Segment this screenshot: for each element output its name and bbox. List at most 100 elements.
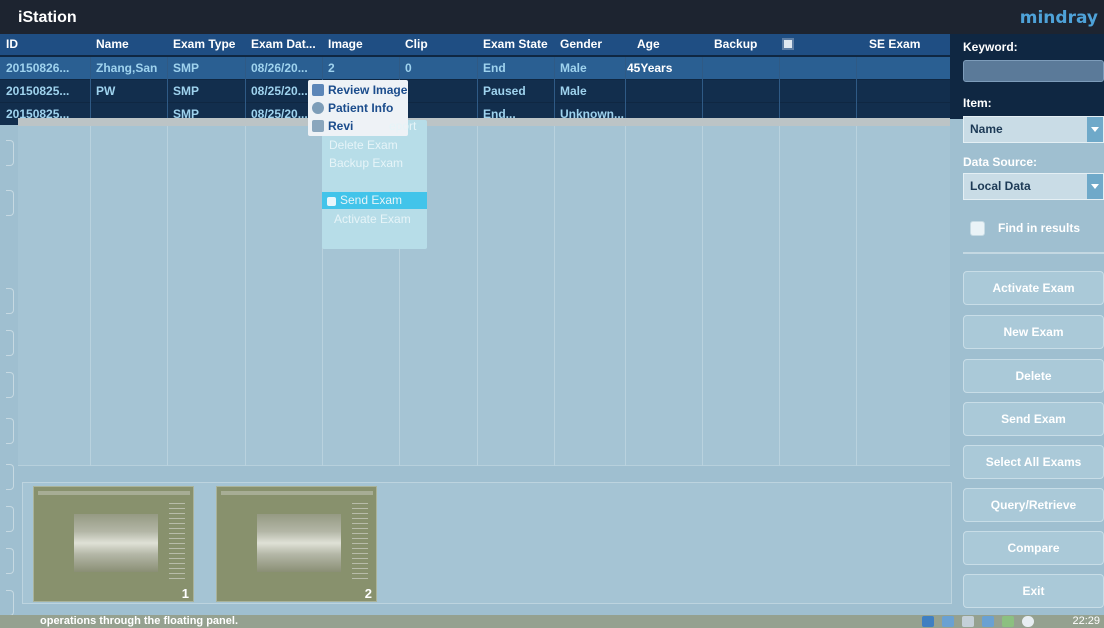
column-divider (625, 57, 626, 125)
side-tab[interactable] (6, 140, 14, 166)
table-row[interactable]: 20150825... PW SMP 08/25/20... Paused Ma… (0, 80, 950, 102)
keyword-input[interactable] (963, 60, 1104, 82)
cell-age: 45Years (627, 61, 673, 75)
printer-icon (962, 616, 974, 627)
exam-list-body (18, 118, 950, 466)
send-exam-button[interactable]: Send Exam (963, 402, 1104, 436)
column-divider (90, 126, 91, 466)
exam-table: ID Name Exam Type Exam Dat... Image Clip… (0, 34, 950, 125)
side-tab[interactable] (6, 548, 14, 574)
column-divider (477, 57, 478, 125)
menu-item-activate-exam[interactable]: Activate Exam (334, 210, 411, 228)
column-header-name[interactable]: Name (96, 34, 166, 55)
thumbnail-sidebar (169, 499, 185, 579)
item-select[interactable]: Name (963, 116, 1104, 143)
column-divider (856, 126, 857, 466)
cell-exam-type: SMP (173, 84, 200, 98)
thumbnail-header (38, 491, 190, 495)
column-divider (167, 57, 168, 125)
column-divider (90, 57, 91, 125)
column-header-exam-state[interactable]: Exam State (483, 34, 555, 55)
cell-exam-type: SMP (173, 61, 200, 75)
side-tab[interactable] (6, 506, 14, 532)
save-icon (782, 38, 794, 50)
column-header-gender[interactable]: Gender (560, 34, 632, 55)
cell-id: 20150825... (6, 84, 70, 98)
side-tab[interactable] (6, 190, 14, 216)
new-exam-button[interactable]: New Exam (963, 315, 1104, 349)
ultrasound-image (257, 514, 341, 572)
column-header-exam-date[interactable]: Exam Dat... (251, 34, 323, 55)
data-source-select[interactable]: Local Data (963, 173, 1104, 200)
column-header-id[interactable]: ID (6, 34, 76, 55)
review-report-icon (312, 120, 324, 132)
cell-gender: Male (560, 61, 587, 75)
thumbnail-number: 1 (181, 586, 189, 601)
review-image-icon (312, 84, 324, 96)
delete-button[interactable]: Delete (963, 359, 1104, 393)
side-tab[interactable] (6, 590, 14, 616)
column-divider (856, 57, 857, 125)
data-source-label: Data Source: (963, 155, 1038, 169)
side-tab[interactable] (6, 464, 14, 490)
column-header-storage[interactable] (782, 34, 796, 55)
cell-exam-state: End (483, 61, 506, 75)
search-panel: Keyword: Item: Name Data Source: Local D… (950, 34, 1104, 628)
chevron-down-icon (1087, 174, 1103, 199)
find-in-results-label: Find in results (998, 221, 1081, 235)
network-icon (942, 616, 954, 627)
exit-button[interactable]: Exit (963, 574, 1104, 608)
thumbnail-strip: 1 2 (22, 482, 952, 604)
compare-button[interactable]: Compare (963, 531, 1104, 565)
battery-icon (1002, 616, 1014, 627)
app-title: iStation (18, 9, 77, 26)
column-header-backup[interactable]: Backup (714, 34, 786, 55)
cell-id: 20150826... (6, 61, 70, 75)
column-divider (554, 57, 555, 125)
menu-item-delete-exam[interactable]: Delete Exam (329, 136, 398, 154)
side-tab[interactable] (6, 288, 14, 314)
side-tab[interactable] (6, 418, 14, 444)
column-divider (477, 126, 478, 466)
title-bar: iStation mindray (0, 0, 1104, 34)
thumbnail-header (221, 491, 373, 495)
query-retrieve-button[interactable]: Query/Retrieve (963, 488, 1104, 522)
activate-exam-button[interactable]: Activate Exam (963, 271, 1104, 305)
menu-item-review-image[interactable]: Review Image (312, 81, 407, 99)
item-label: Item: (963, 96, 992, 110)
column-header-image[interactable]: Image (328, 34, 400, 55)
menu-item-send-exam[interactable]: Send Exam (327, 191, 402, 209)
usb-icon (982, 616, 994, 627)
column-divider (779, 126, 780, 466)
column-header-age[interactable]: Age (637, 34, 709, 55)
keyword-block: Keyword: Item: (950, 34, 1104, 119)
column-header-exam-type[interactable]: Exam Type (173, 34, 245, 55)
image-thumbnail[interactable]: 1 (33, 486, 194, 602)
column-divider (167, 126, 168, 466)
keyword-label: Keyword: (963, 40, 1018, 54)
context-menu: Review Image Patient Info Revi eport Del… (308, 80, 427, 249)
column-header-clip[interactable]: Clip (405, 34, 477, 55)
cell-exam-state: Paused (483, 84, 526, 98)
menu-item-review-report[interactable]: Revi (312, 117, 353, 135)
column-header-se-exam[interactable]: SE Exam (869, 34, 941, 55)
side-tab[interactable] (6, 372, 14, 398)
menu-item-report-fragment: eport (389, 119, 417, 133)
select-all-exams-button[interactable]: Select All Exams (963, 445, 1104, 479)
column-divider (702, 57, 703, 125)
cell-name: Zhang,San (96, 61, 158, 75)
column-divider (625, 126, 626, 466)
status-bar: operations through the floating panel. 2… (0, 615, 1104, 628)
image-thumbnail[interactable]: 2 (216, 486, 377, 602)
find-in-results-checkbox[interactable] (970, 221, 985, 236)
side-tab[interactable] (6, 330, 14, 356)
status-message: operations through the floating panel. (40, 615, 238, 627)
table-row[interactable]: 20150826... Zhang,San SMP 08/26/20... 2 … (0, 57, 950, 79)
cell-clip: 0 (405, 61, 412, 75)
menu-item-backup-exam[interactable]: Backup Exam (329, 154, 403, 172)
table-header: ID Name Exam Type Exam Dat... Image Clip… (0, 34, 950, 55)
cell-image: 2 (328, 61, 335, 75)
chevron-down-icon (1087, 117, 1103, 142)
power-icon (1022, 616, 1034, 627)
menu-item-patient-info[interactable]: Patient Info (312, 99, 393, 117)
